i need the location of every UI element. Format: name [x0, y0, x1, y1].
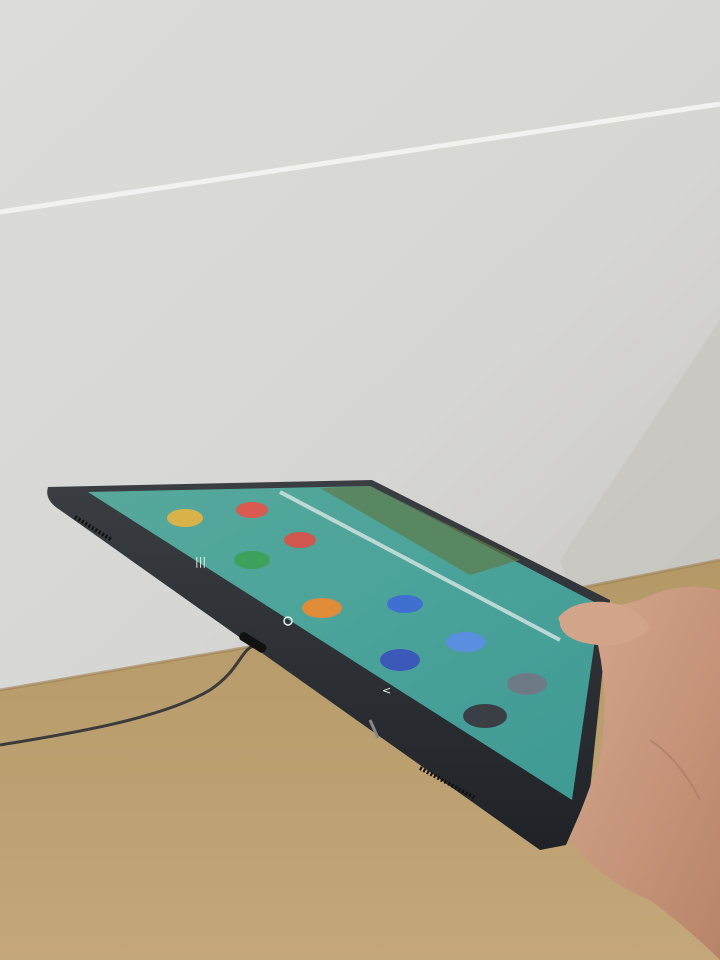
- app-icon-red-2[interactable]: [284, 532, 316, 548]
- app-icon-indigo[interactable]: [380, 649, 420, 671]
- recents-button[interactable]: |||: [195, 555, 206, 568]
- app-icon-gray[interactable]: [507, 673, 547, 695]
- back-button[interactable]: <: [382, 684, 391, 697]
- app-icon-yellow[interactable]: [167, 509, 203, 527]
- app-icon-blue[interactable]: [387, 595, 423, 613]
- phone-app-icon[interactable]: [234, 551, 270, 569]
- app-icon-orange[interactable]: [302, 598, 342, 618]
- app-icon-dark[interactable]: [463, 704, 507, 728]
- app-icon-red[interactable]: [236, 502, 268, 518]
- app-icon-light-blue[interactable]: [446, 632, 486, 652]
- photo-scene: ||| <: [0, 0, 720, 960]
